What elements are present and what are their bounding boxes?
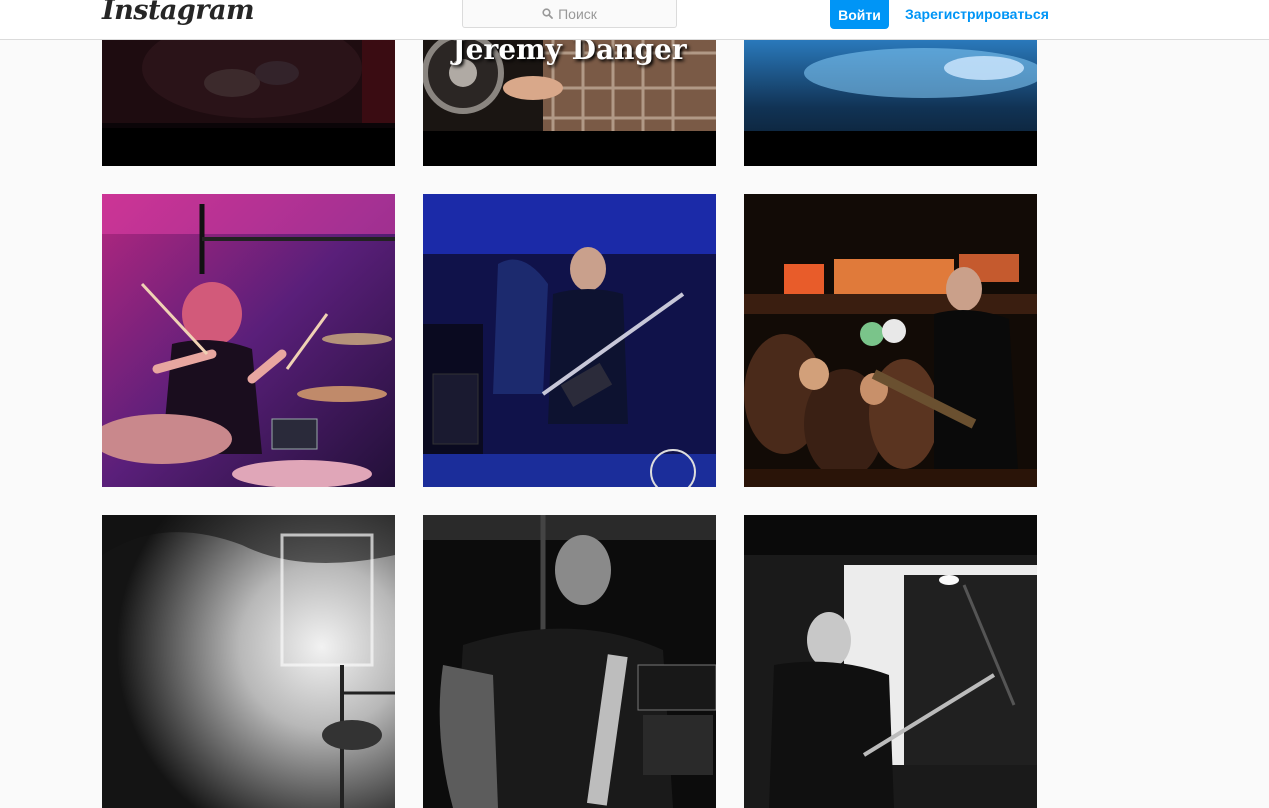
post-thumbnail[interactable]	[102, 194, 395, 487]
signup-link[interactable]: Зарегистрироваться	[905, 6, 1049, 22]
post-thumbnail[interactable]	[744, 515, 1037, 808]
search-placeholder: Поиск	[558, 5, 597, 22]
post-thumbnail[interactable]	[423, 194, 716, 487]
search-input[interactable]: Поиск	[462, 0, 677, 28]
post-thumbnail[interactable]	[102, 515, 395, 808]
login-button[interactable]: Войти	[830, 0, 889, 29]
post-thumbnail[interactable]	[744, 194, 1037, 487]
search-icon	[542, 8, 553, 19]
instagram-logo[interactable]: Instagram	[102, 0, 255, 26]
post-thumbnail[interactable]	[423, 515, 716, 808]
top-navigation-bar: Instagram Поиск Войти Зарегистрироваться	[0, 0, 1269, 40]
